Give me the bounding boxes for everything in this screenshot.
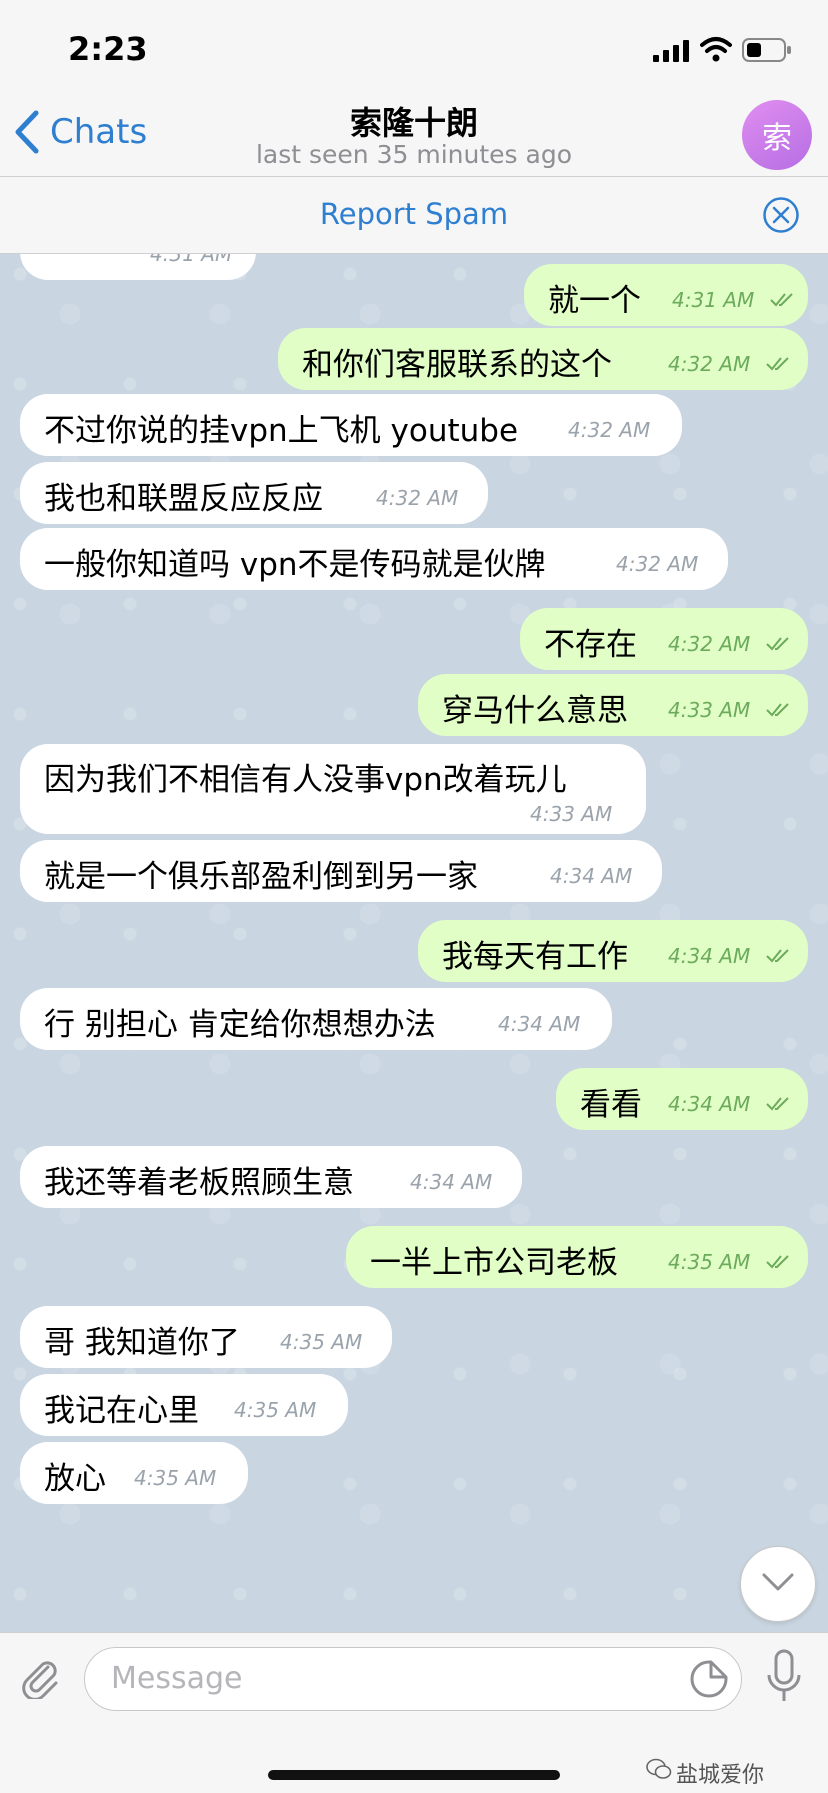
message-text: 就一个 [548, 283, 641, 319]
message-text: 我记在心里 [44, 1393, 199, 1429]
message-bubble-incoming[interactable]: 放心 4:35 AM [20, 1442, 248, 1504]
wechat-logo-icon [646, 1758, 672, 1779]
report-spam-button[interactable]: Report Spam [0, 197, 828, 231]
double-check-icon [766, 1097, 789, 1111]
message-text: 行 别担心 肯定给你想想办法 [44, 1007, 436, 1043]
message-time: 4:32 AM [568, 418, 651, 442]
message-input[interactable]: Message [84, 1647, 742, 1711]
message-text: 我还等着老板照顾生意 [44, 1165, 354, 1201]
message-text: 一般你知道吗 vpn不是传码就是伙牌 [44, 547, 546, 583]
message-time: 4:35 AM [134, 1466, 217, 1490]
message-composer: Message 盐城爱你 [0, 1632, 828, 1793]
chat-header: Chats 索隆十朗 last seen 35 minutes ago 索 [0, 92, 828, 177]
double-check-icon [766, 1255, 789, 1269]
message-bubble-incoming[interactable]: 就是一个俱乐部盈利倒到另一家 4:34 AM [20, 840, 662, 902]
message-text: 穿马什么意思 [442, 693, 628, 729]
message-text: 放心 [44, 1461, 106, 1497]
message-bubble-incoming[interactable]: 我记在心里 4:35 AM [20, 1374, 348, 1436]
cellular-signal-icon [653, 40, 689, 62]
message-bubble-incoming[interactable]: 一般你知道吗 vpn不是传码就是伙牌 4:32 AM [20, 528, 728, 590]
message-bubble-incoming[interactable]: 不过你说的挂vpn上飞机 youtube 4:32 AM [20, 394, 682, 456]
status-time: 2:23 [68, 30, 148, 68]
message-time: 4:34 AM [498, 1012, 581, 1036]
message-text: 因为我们不相信有人没事vpn改着玩儿 [44, 762, 567, 798]
message-input-placeholder: Message [111, 1661, 243, 1696]
message-text: 我也和联盟反应反应 [44, 481, 323, 517]
message-time: 4:34 AM [410, 1170, 493, 1194]
message-list[interactable]: 4:31 AM 就一个 4:31 AM 和你们客服联系的这个 4:32 AM 不… [0, 254, 828, 1632]
contact-avatar[interactable]: 索 [742, 100, 812, 170]
message-time: 4:32 AM [668, 352, 751, 376]
home-indicator [268, 1770, 560, 1780]
close-icon[interactable] [762, 196, 800, 234]
message-text: 不过你说的挂vpn上飞机 youtube [44, 413, 519, 449]
message-bubble-incoming[interactable]: 4:31 AM [20, 254, 256, 280]
message-text: 看看 [580, 1087, 642, 1123]
double-check-icon [766, 357, 789, 371]
message-text: 一半上市公司老板 [370, 1245, 618, 1281]
message-bubble-incoming[interactable]: 哥 我知道你了 4:35 AM [20, 1306, 392, 1368]
message-text: 不存在 [544, 627, 637, 663]
message-time: 4:33 AM [530, 802, 613, 826]
message-bubble-outgoing[interactable]: 看看 4:34 AM [556, 1068, 808, 1130]
message-time: 4:32 AM [376, 486, 459, 510]
message-bubble-incoming[interactable]: 我也和联盟反应反应 4:32 AM [20, 462, 488, 524]
message-time: 4:31 AM [150, 254, 233, 266]
double-check-icon [766, 949, 789, 963]
last-seen-status: last seen 35 minutes ago [255, 140, 572, 169]
message-text: 和你们客服联系的这个 [302, 347, 612, 383]
paperclip-icon[interactable] [18, 1655, 62, 1699]
message-time: 4:32 AM [616, 552, 699, 576]
message-bubble-outgoing[interactable]: 一半上市公司老板 4:35 AM [346, 1226, 808, 1288]
report-spam-bar: Report Spam [0, 177, 828, 254]
message-time: 4:31 AM [672, 288, 755, 312]
message-time: 4:34 AM [668, 944, 751, 968]
message-bubble-outgoing[interactable]: 和你们客服联系的这个 4:32 AM [278, 328, 808, 390]
message-time: 4:35 AM [280, 1330, 363, 1354]
message-time: 4:33 AM [668, 698, 751, 722]
message-bubble-outgoing[interactable]: 我每天有工作 4:34 AM [418, 920, 808, 982]
message-bubble-incoming[interactable]: 因为我们不相信有人没事vpn改着玩儿 4:33 AM [20, 744, 646, 834]
message-time: 4:32 AM [668, 632, 751, 656]
message-bubble-outgoing[interactable]: 穿马什么意思 4:33 AM [418, 674, 808, 736]
watermark-text: 盐城爱你 [676, 1763, 765, 1788]
sticker-icon[interactable] [689, 1659, 729, 1699]
message-text: 哥 我知道你了 [44, 1325, 240, 1361]
wifi-icon [700, 37, 732, 62]
message-time: 4:35 AM [234, 1398, 317, 1422]
message-time: 4:34 AM [550, 864, 633, 888]
scroll-to-bottom-button[interactable] [740, 1546, 816, 1622]
message-time: 4:35 AM [668, 1250, 751, 1274]
battery-icon [742, 38, 791, 62]
message-bubble-incoming[interactable]: 我还等着老板照顾生意 4:34 AM [20, 1146, 522, 1208]
message-text: 我每天有工作 [442, 939, 628, 975]
message-bubble-outgoing[interactable]: 不存在 4:32 AM [520, 608, 808, 670]
message-bubble-incoming[interactable]: 行 别担心 肯定给你想想办法 4:34 AM [20, 988, 612, 1050]
status-bar: 2:23 [0, 0, 828, 92]
message-bubble-outgoing[interactable]: 就一个 4:31 AM [524, 264, 808, 326]
double-check-icon [766, 703, 789, 717]
microphone-icon[interactable] [764, 1649, 804, 1705]
chat-title[interactable]: 索隆十朗 [0, 98, 828, 144]
double-check-icon [766, 637, 789, 651]
message-time: 4:34 AM [668, 1092, 751, 1116]
double-check-icon [770, 293, 793, 307]
message-text: 就是一个俱乐部盈利倒到另一家 [44, 859, 478, 895]
chevron-down-icon [762, 1573, 794, 1591]
